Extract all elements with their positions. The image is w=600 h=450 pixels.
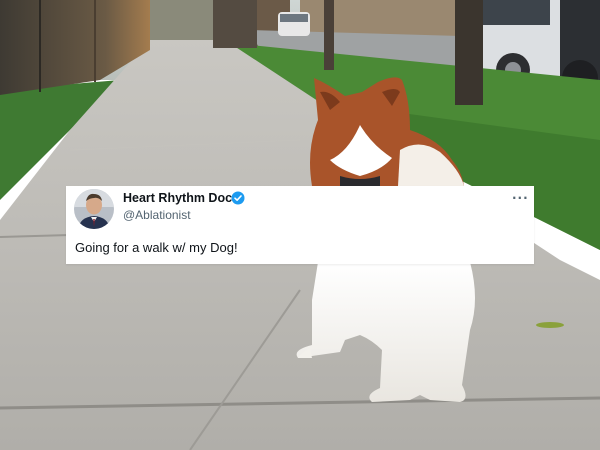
more-options-icon[interactable]: ··· bbox=[512, 188, 528, 208]
user-handle[interactable]: @Ablationist bbox=[123, 208, 191, 222]
tweet-card[interactable]: Heart Rhythm Doc @Ablationist ··· Going … bbox=[66, 186, 534, 264]
display-name[interactable]: Heart Rhythm Doc bbox=[123, 191, 232, 205]
avatar[interactable] bbox=[74, 189, 114, 229]
tweet-text: Going for a walk w/ my Dog! bbox=[75, 240, 238, 255]
verified-badge-icon bbox=[231, 191, 245, 205]
